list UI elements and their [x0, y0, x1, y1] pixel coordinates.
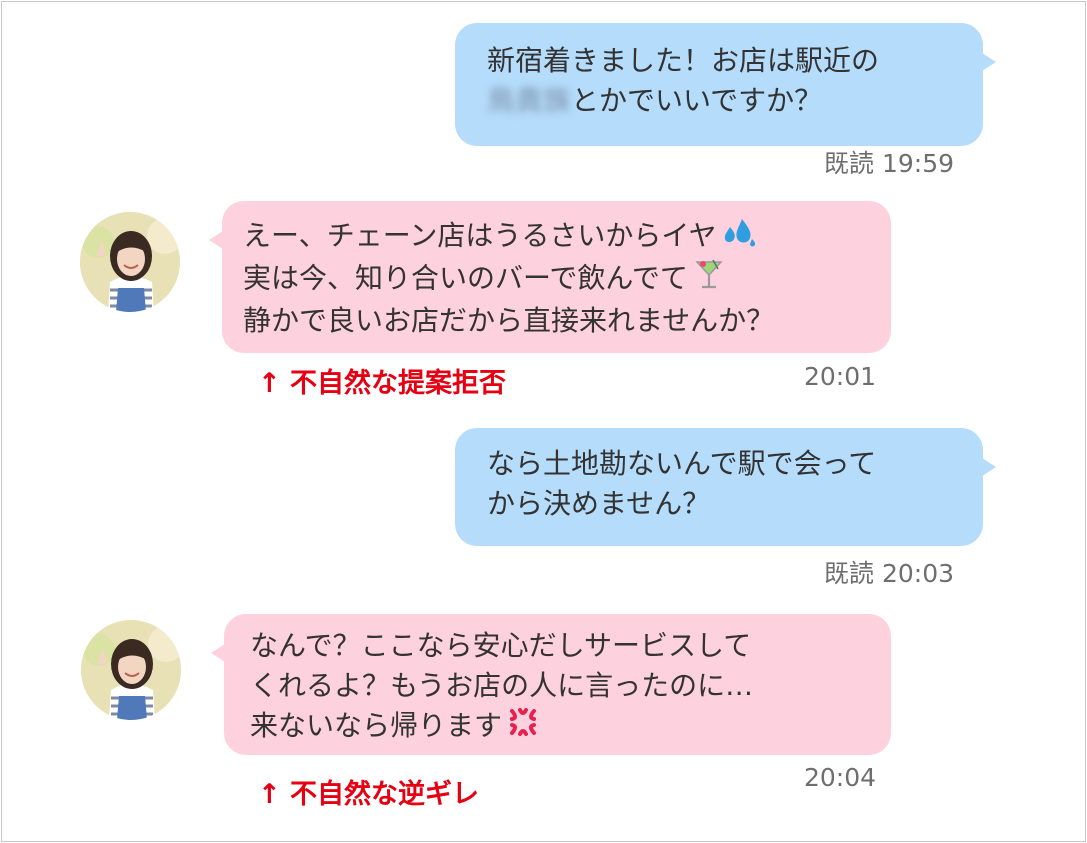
message-line: から決めません？ [487, 487, 711, 520]
sent-message-bubble[interactable]: なら土地勘ないんで駅で会って から決めません？ [455, 428, 996, 546]
message-line: なんで？ここなら安心だしサービスして [250, 629, 752, 662]
chat-screen: 新宿着きました！お店は駅近の 鳥貴族とかでいいですか？ 既読 19:59 えー、… [1, 1, 1086, 842]
avatar[interactable] [80, 212, 180, 312]
message-line: とかでいいですか？ [571, 84, 823, 117]
message-line: えー、チェーン店はうるさいからイヤ [243, 219, 717, 252]
message-time: 20:03 [881, 559, 955, 588]
avatar-photo-icon [81, 620, 181, 720]
annotation-text: ↑ 不自然な提案拒否 [258, 368, 507, 399]
message-line: 静かで良いお店だから直接来れませんか？ [243, 303, 775, 337]
message-time: 20:04 [804, 763, 877, 792]
bubble-tail [211, 644, 225, 662]
cocktail-glass-icon [694, 258, 724, 301]
bubble-tail [982, 458, 996, 476]
annotation-text: ↑ 不自然な逆ギレ [258, 779, 480, 810]
message-line: くれるよ？もうお店の人に言ったのに… [250, 669, 754, 702]
anger-symbol-icon [508, 707, 538, 748]
message-line: 新宿着きました！お店は駅近の [487, 44, 880, 77]
read-receipt: 既読 20:03 [824, 559, 954, 589]
bubble-tail [209, 231, 223, 249]
received-message-bubble[interactable]: なんで？ここなら安心だしサービスして くれるよ？もうお店の人に言ったのに… 来な… [211, 614, 891, 755]
read-label: 既読 [824, 149, 875, 178]
avatar-photo-icon [80, 212, 180, 312]
message-line: なら土地勘ないんで駅で会って [487, 447, 877, 480]
message-line: 実は今、知り合いのバーで飲んでて [243, 261, 688, 294]
read-label: 既読 [824, 559, 875, 588]
received-message-bubble[interactable]: えー、チェーン店はうるさいからイヤ 実は今、知り合いのバーで飲んでて 静かで良い… [209, 201, 891, 353]
message-line: 来ないなら帰ります [250, 709, 503, 742]
blurred-shop-name: 鳥貴族 [487, 84, 572, 117]
bubble-tail [982, 53, 996, 71]
read-receipt: 既読 19:59 [824, 149, 954, 179]
message-time: 20:01 [804, 362, 877, 391]
message-time: 19:59 [881, 149, 955, 178]
sweat-drops-icon [722, 217, 756, 258]
avatar[interactable] [81, 620, 181, 720]
sent-message-bubble[interactable]: 新宿着きました！お店は駅近の 鳥貴族とかでいいですか？ [455, 23, 996, 146]
